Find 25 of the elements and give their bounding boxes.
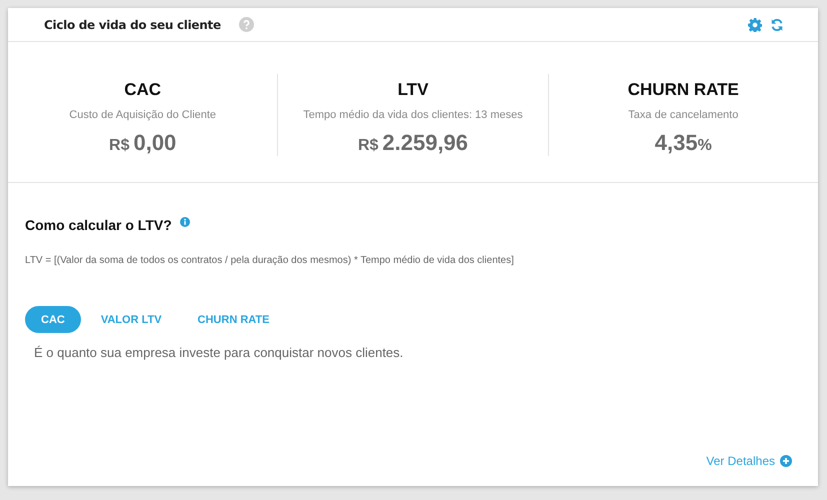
tab[interactable]: VALOR LTV xyxy=(84,306,178,333)
tab[interactable]: CAC xyxy=(25,306,81,333)
metric-value: 2.259,96 xyxy=(382,130,468,156)
description-text: É o quanto sua empresa investe para conquistar novos clientes. xyxy=(34,345,404,360)
info-icon[interactable] xyxy=(180,217,190,227)
currency-symbol: R$ xyxy=(109,137,130,155)
metric-title: LTV xyxy=(398,80,428,100)
formula-text: LTV = [(Valor da soma de todos os contratos / pela duração dos mesmos) * Tempo médio de vida dos clientes] xyxy=(25,255,515,266)
metric-value: 0,00 xyxy=(133,130,176,156)
tab[interactable]: CHURN RATE xyxy=(182,306,286,333)
metric-title: CAC xyxy=(124,80,162,100)
plus-icon[interactable] xyxy=(780,455,792,467)
metric-subtitle: Taxa de cancelamento xyxy=(628,109,738,121)
refresh-icon[interactable] xyxy=(770,18,784,32)
metric-subtitle: Tempo médio da vida dos clientes: 13 meses xyxy=(303,109,523,121)
details-link[interactable]: Ver Detalhes xyxy=(706,454,775,468)
unit-symbol: % xyxy=(698,137,712,155)
help-icon[interactable] xyxy=(238,17,254,32)
metric-subtitle: Custo de Aquisição do Cliente xyxy=(69,109,216,121)
card-title: Ciclo de vida do seu cliente xyxy=(44,18,221,32)
settings-icon[interactable] xyxy=(748,18,762,32)
section-title: Como calcular o LTV? xyxy=(25,217,172,233)
metric-value: 4,35 xyxy=(654,130,698,156)
metric-title: CHURN RATE xyxy=(628,80,739,100)
currency-symbol: R$ xyxy=(358,137,378,155)
